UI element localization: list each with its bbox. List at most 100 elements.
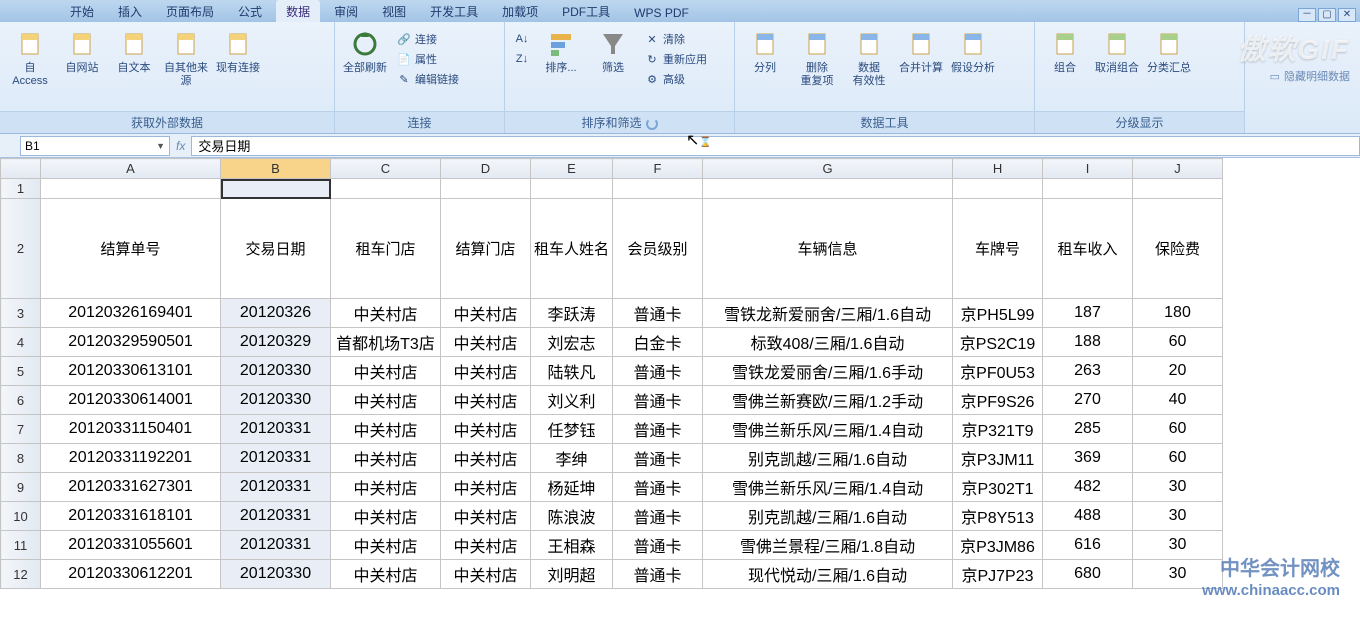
row-header-1[interactable]: 1 — [1, 179, 41, 199]
data-cell[interactable]: 中关村店 — [441, 473, 531, 502]
properties-button[interactable]: 📄属性 — [393, 50, 462, 68]
data-cell[interactable]: 20120330 — [221, 386, 331, 415]
现有连接-button[interactable]: 现有连接 — [214, 26, 262, 77]
tab-数据[interactable]: 数据 — [276, 0, 320, 22]
connections-button[interactable]: 🔗连接 — [393, 30, 462, 48]
自网站-button[interactable]: 自网站 — [58, 26, 106, 77]
data-cell[interactable]: 京PS2C19 — [953, 328, 1043, 357]
sort-button[interactable]: 排序... — [537, 26, 585, 77]
col-header-G[interactable]: G — [703, 159, 953, 179]
col-header-C[interactable]: C — [331, 159, 441, 179]
data-cell[interactable]: 杨延坤 — [531, 473, 613, 502]
data-cell[interactable]: 60 — [1133, 328, 1223, 357]
data-cell[interactable]: 187 — [1043, 299, 1133, 328]
data-cell[interactable]: 20120330612201 — [41, 560, 221, 589]
data-cell[interactable]: 60 — [1133, 415, 1223, 444]
tab-插入[interactable]: 插入 — [108, 0, 152, 22]
header-cell[interactable]: 租车人姓名 — [531, 199, 613, 299]
data-cell[interactable]: 白金卡 — [613, 328, 703, 357]
data-cell[interactable]: 中关村店 — [441, 560, 531, 589]
header-cell[interactable]: 车辆信息 — [703, 199, 953, 299]
data-cell[interactable]: 20 — [1133, 357, 1223, 386]
data-cell[interactable]: 30 — [1133, 560, 1223, 589]
data-cell[interactable]: 京P3JM86 — [953, 531, 1043, 560]
data-cell[interactable]: 雪佛兰新赛欧/三厢/1.2手动 — [703, 386, 953, 415]
分列-button[interactable]: 分列 — [741, 26, 789, 77]
data-cell[interactable]: 20120326169401 — [41, 299, 221, 328]
data-cell[interactable]: 60 — [1133, 444, 1223, 473]
data-cell[interactable]: 普通卡 — [613, 386, 703, 415]
filter-button[interactable]: 筛选 — [589, 26, 637, 77]
data-cell[interactable]: 30 — [1133, 502, 1223, 531]
cell[interactable] — [221, 179, 331, 199]
reapply-button[interactable]: ↻重新应用 — [641, 50, 710, 68]
formula-input[interactable]: 交易日期 — [191, 136, 1360, 156]
header-cell[interactable]: 租车门店 — [331, 199, 441, 299]
close-button[interactable]: ✕ — [1338, 8, 1356, 22]
data-cell[interactable]: 中关村店 — [441, 531, 531, 560]
data-cell[interactable]: 京PJ7P23 — [953, 560, 1043, 589]
data-cell[interactable]: 中关村店 — [331, 386, 441, 415]
tab-WPS PDF[interactable]: WPS PDF — [624, 3, 699, 22]
data-cell[interactable]: 中关村店 — [331, 560, 441, 589]
data-cell[interactable]: 中关村店 — [441, 415, 531, 444]
data-cell[interactable]: 20120330 — [221, 560, 331, 589]
data-cell[interactable]: 别克凯越/三厢/1.6自动 — [703, 502, 953, 531]
row-header-9[interactable]: 9 — [1, 473, 41, 502]
data-cell[interactable]: 20120331 — [221, 473, 331, 502]
data-cell[interactable]: 中关村店 — [331, 415, 441, 444]
data-cell[interactable]: 20120331 — [221, 415, 331, 444]
tab-加载项[interactable]: 加载项 — [492, 0, 548, 22]
data-cell[interactable]: 普通卡 — [613, 531, 703, 560]
col-header-I[interactable]: I — [1043, 159, 1133, 179]
sort-asc-button[interactable]: A↓ — [511, 30, 533, 48]
data-cell[interactable]: 陆轶凡 — [531, 357, 613, 386]
data-cell[interactable]: 20120326 — [221, 299, 331, 328]
data-cell[interactable]: 中关村店 — [331, 531, 441, 560]
row-header-5[interactable]: 5 — [1, 357, 41, 386]
data-cell[interactable]: 中关村店 — [331, 357, 441, 386]
data-cell[interactable]: 京P8Y513 — [953, 502, 1043, 531]
data-cell[interactable]: 20120331150401 — [41, 415, 221, 444]
data-cell[interactable]: 20120331192201 — [41, 444, 221, 473]
restore-button[interactable]: ▢ — [1318, 8, 1336, 22]
合并计算-button[interactable]: 合并计算 — [897, 26, 945, 77]
data-cell[interactable]: 京PF0U53 — [953, 357, 1043, 386]
data-cell[interactable]: 京P321T9 — [953, 415, 1043, 444]
clear-filter-button[interactable]: ✕清除 — [641, 30, 710, 48]
data-cell[interactable]: 40 — [1133, 386, 1223, 415]
data-cell[interactable]: 488 — [1043, 502, 1133, 531]
data-cell[interactable]: 20120329 — [221, 328, 331, 357]
data-cell[interactable]: 标致408/三厢/1.6自动 — [703, 328, 953, 357]
data-cell[interactable]: 20120330614001 — [41, 386, 221, 415]
data-cell[interactable]: 李绅 — [531, 444, 613, 473]
组合-button[interactable]: 组合 — [1041, 26, 1089, 77]
header-cell[interactable]: 结算门店 — [441, 199, 531, 299]
data-cell[interactable]: 20120331055601 — [41, 531, 221, 560]
row-header-3[interactable]: 3 — [1, 299, 41, 328]
data-cell[interactable]: 中关村店 — [331, 444, 441, 473]
假设分析-button[interactable]: 假设分析 — [949, 26, 997, 77]
data-cell[interactable]: 中关村店 — [331, 473, 441, 502]
data-cell[interactable]: 20120331 — [221, 444, 331, 473]
自其他来源-button[interactable]: 自其他来源 — [162, 26, 210, 90]
数据有效性-button[interactable]: 数据有效性 — [845, 26, 893, 90]
select-all-cell[interactable] — [1, 159, 41, 179]
data-cell[interactable]: 285 — [1043, 415, 1133, 444]
data-cell[interactable]: 现代悦动/三厢/1.6自动 — [703, 560, 953, 589]
cell[interactable] — [1043, 179, 1133, 199]
data-cell[interactable]: 680 — [1043, 560, 1133, 589]
data-cell[interactable]: 京P3JM11 — [953, 444, 1043, 473]
cell[interactable] — [613, 179, 703, 199]
data-cell[interactable]: 普通卡 — [613, 299, 703, 328]
自文本-button[interactable]: 自文本 — [110, 26, 158, 77]
name-box[interactable]: B1▼ — [20, 136, 170, 156]
edit-links-button[interactable]: ✎编辑链接 — [393, 70, 462, 88]
row-header-11[interactable]: 11 — [1, 531, 41, 560]
col-header-B[interactable]: B — [221, 159, 331, 179]
data-cell[interactable]: 中关村店 — [331, 502, 441, 531]
header-cell[interactable]: 交易日期 — [221, 199, 331, 299]
data-cell[interactable]: 任梦钰 — [531, 415, 613, 444]
data-cell[interactable]: 刘义利 — [531, 386, 613, 415]
data-cell[interactable]: 中关村店 — [441, 328, 531, 357]
